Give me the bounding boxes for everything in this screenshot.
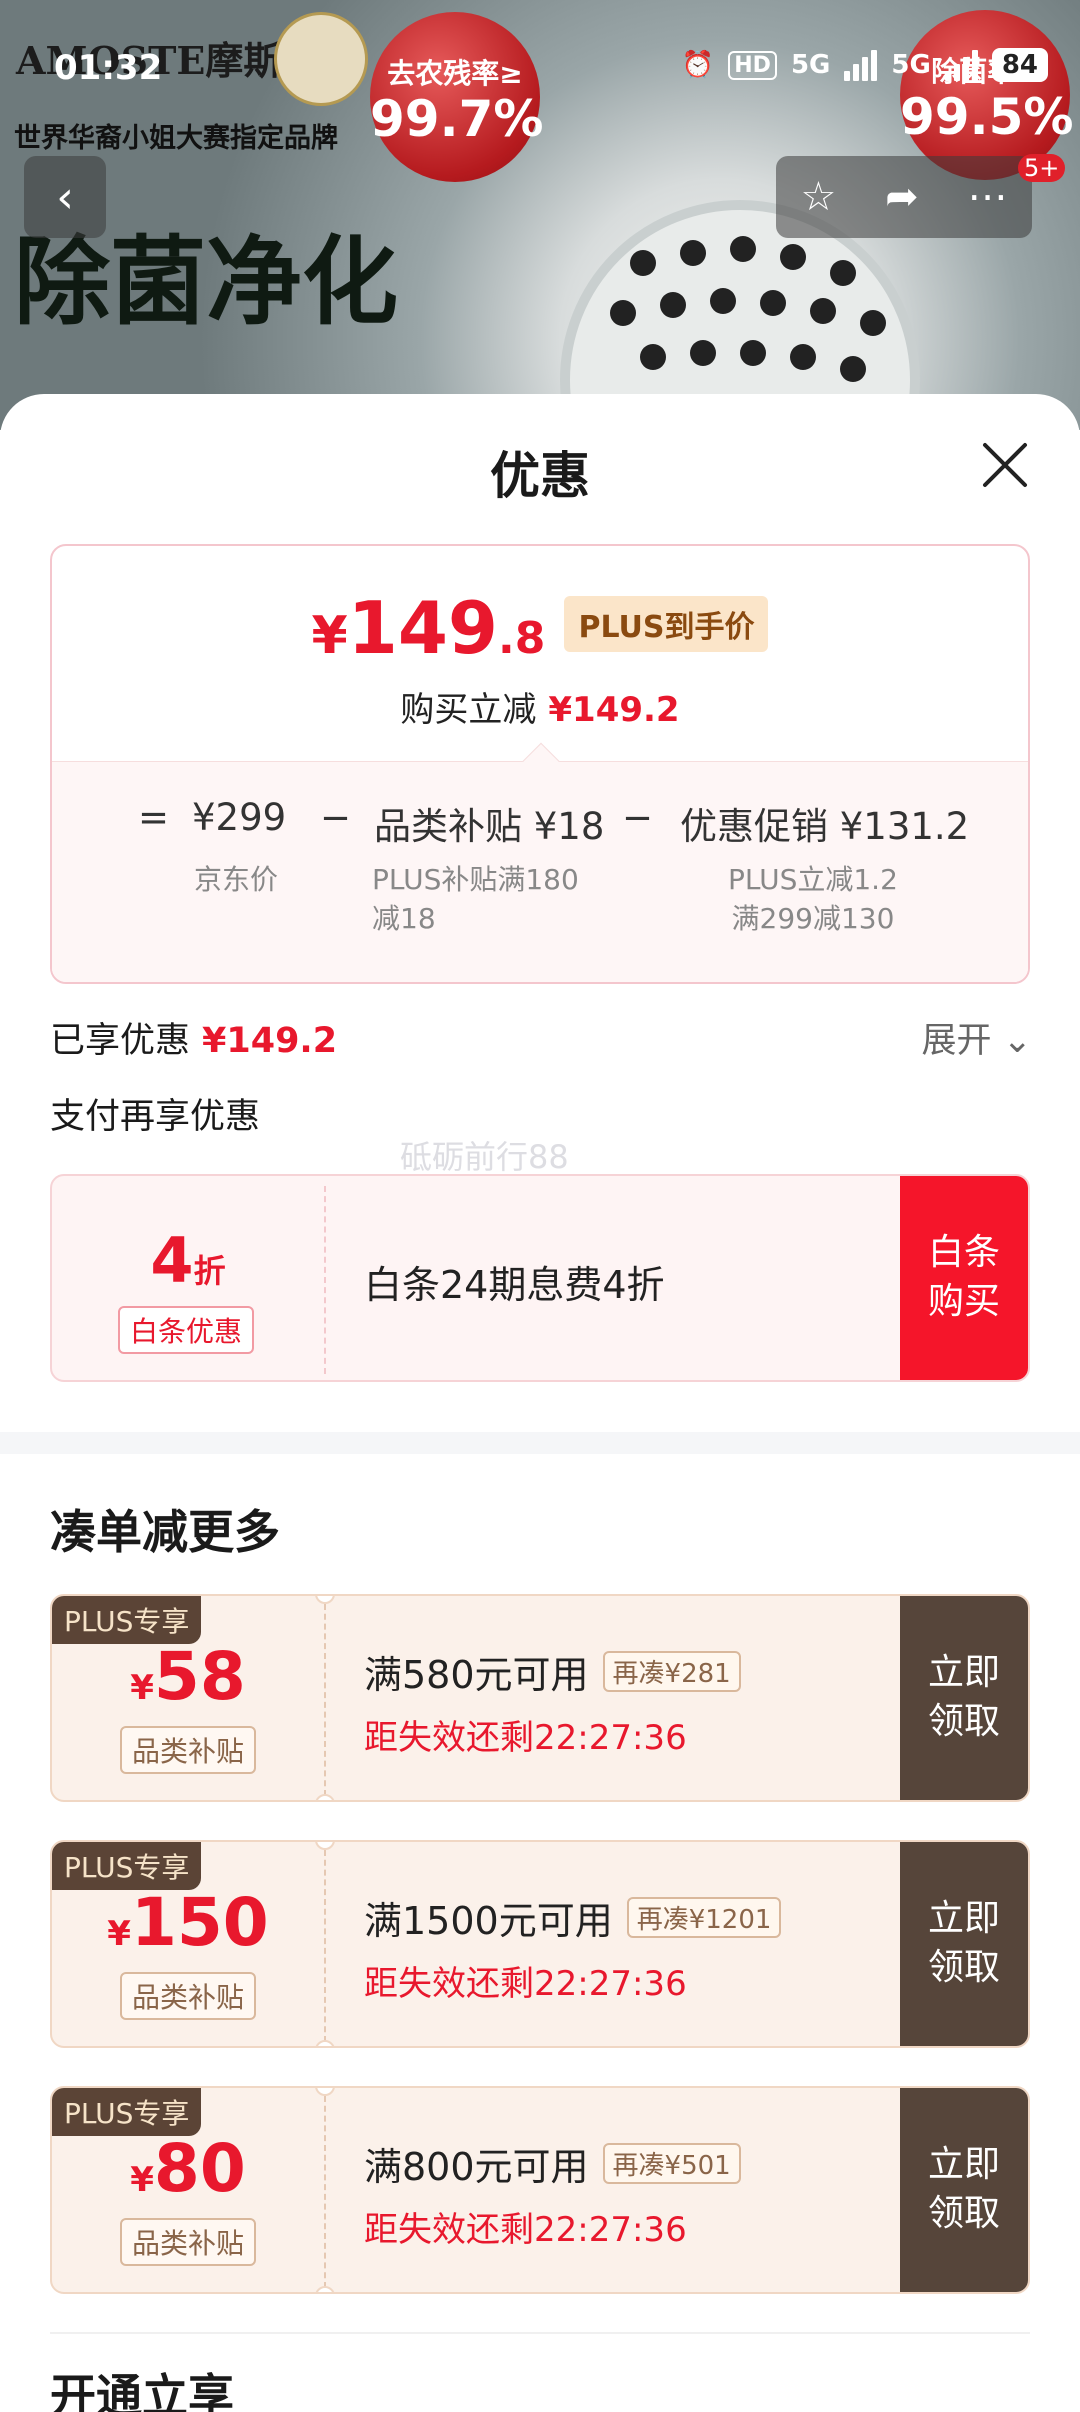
claim-coupon-button[interactable]: 立即 领取: [900, 1842, 1028, 2046]
category-subsidy: 品类补贴 ¥18: [374, 805, 605, 848]
baitiao-buy-button[interactable]: 白条 购买: [900, 1176, 1028, 1380]
battery-icon: 84: [991, 48, 1048, 82]
plus-price-tag: PLUS到手价: [564, 596, 769, 652]
expand-toggle[interactable]: 展开 ⌄: [922, 1012, 1032, 1063]
baitiao-description: 白条24期息费4折: [364, 1263, 665, 1307]
minus-sign-2: −: [622, 796, 654, 839]
coupon-condition: 满580元可用 再凑¥281: [364, 1644, 741, 1699]
watermark: 砥砺前行88: [400, 1138, 569, 1176]
price-breakdown-card: ¥149.8 PLUS到手价 购买立减 ¥149.2 = ¥299 京东价 − 品…: [50, 544, 1030, 984]
chevron-down-icon: ⌄: [1002, 1021, 1032, 1061]
section-title-membership: 开通立享: [50, 2369, 234, 2412]
promotion-detail: PLUS立减1.2 满299减130: [728, 863, 898, 936]
enjoyed-discount: 已享优惠 ¥149.2: [50, 1021, 338, 1061]
network-type-1: 5G: [790, 50, 831, 80]
category-subsidy-detail: PLUS补贴满180 减18: [372, 863, 579, 936]
plus-exclusive-badge: PLUS专享: [52, 1842, 202, 1890]
baitiao-discount: 4折: [150, 1224, 226, 1297]
coupon-condition: 满1500元可用 再凑¥1201: [364, 1890, 782, 1945]
more-count-badge: 5+: [1018, 154, 1066, 182]
coupon-timer: 距失效还剩22:27:36: [364, 1964, 687, 2004]
coupon-type-tag: 品类补贴: [120, 2218, 257, 2266]
plus-exclusive-badge: PLUS专享: [52, 2088, 202, 2136]
coupon-card: PLUS专享 ¥58 品类补贴 满580元可用 再凑¥281 距失效还剩22:27…: [50, 1594, 1030, 1802]
back-button[interactable]: ‹: [24, 156, 106, 238]
network-type-2: 5G: [891, 50, 931, 80]
favorite-star-icon[interactable]: ☆: [800, 174, 836, 220]
baitiao-offer-card: 4折 白条优惠 白条24期息费4折 白条 购买: [50, 1174, 1030, 1382]
coupon-card: PLUS专享 ¥150 品类补贴 满1500元可用 再凑¥1201 距失效还剩22…: [50, 1840, 1030, 2048]
signal-icon-2: [944, 49, 978, 81]
alarm-icon: ⏰: [681, 50, 715, 80]
section-title-bundle: 凑单减更多: [50, 1505, 280, 1559]
coupon-type-tag: 品类补贴: [120, 1726, 257, 1774]
close-button[interactable]: [980, 440, 1030, 490]
coupon-type-tag: 品类补贴: [120, 1972, 257, 2020]
jd-price: ¥299: [192, 796, 287, 839]
coupon-condition: 满800元可用 再凑¥501: [364, 2136, 741, 2191]
final-price: ¥149.8 PLUS到手价: [52, 586, 1028, 670]
jd-price-label: 京东价: [194, 863, 279, 896]
coupon-card: PLUS专享 ¥80 品类补贴 满800元可用 再凑¥501 距失效还剩22:27…: [50, 2086, 1030, 2294]
minus-sign: −: [320, 796, 352, 839]
hd-voice-icon: HD: [728, 50, 777, 80]
divider-line: [50, 2332, 1030, 2334]
product-headline: 除菌净化: [14, 226, 398, 338]
chevron-left-icon: ‹: [56, 171, 74, 223]
pay-more-discount-label: 支付再享优惠: [50, 1097, 261, 1137]
sheet-title: 优惠: [490, 447, 590, 505]
promotion-discount: 优惠促销 ¥131.2: [680, 805, 970, 848]
status-time: 01:32: [54, 48, 163, 88]
coupon-need-more: 再凑¥281: [602, 1651, 741, 1692]
status-bar: 01:32 ⏰ HD 5G 5G 84: [0, 40, 1080, 100]
coupon-timer: 距失效还剩22:27:36: [364, 1718, 687, 1758]
coupon-amount: ¥58: [130, 1638, 246, 1715]
coupon-amount: ¥80: [130, 2130, 246, 2207]
coupon-amount: ¥150: [107, 1884, 269, 1961]
close-icon: [983, 443, 1027, 487]
claim-coupon-button[interactable]: 立即 领取: [900, 1596, 1028, 1800]
section-divider: [0, 1432, 1080, 1454]
header-actions: ☆ ➦ ⋯: [776, 156, 1032, 238]
discount-sheet: 优惠 ¥149.8 PLUS到手价 购买立减 ¥149.2 = ¥299 京东价 …: [0, 394, 1080, 2412]
signal-icon: [844, 49, 878, 81]
claim-coupon-button[interactable]: 立即 领取: [900, 2088, 1028, 2292]
coupon-timer: 距失效还剩22:27:36: [364, 2210, 687, 2250]
coupon-need-more: 再凑¥501: [602, 2143, 741, 2184]
coupon-need-more: 再凑¥1201: [626, 1897, 782, 1938]
more-icon[interactable]: ⋯: [968, 174, 1008, 220]
equals-sign: =: [138, 796, 170, 839]
purchase-reduction: 购买立减 ¥149.2: [400, 690, 680, 730]
plus-exclusive-badge: PLUS专享: [52, 1596, 202, 1644]
brand-tagline: 世界华裔小姐大赛指定品牌: [14, 123, 338, 154]
baitiao-tag: 白条优惠: [118, 1306, 255, 1354]
share-icon[interactable]: ➦: [885, 174, 919, 220]
